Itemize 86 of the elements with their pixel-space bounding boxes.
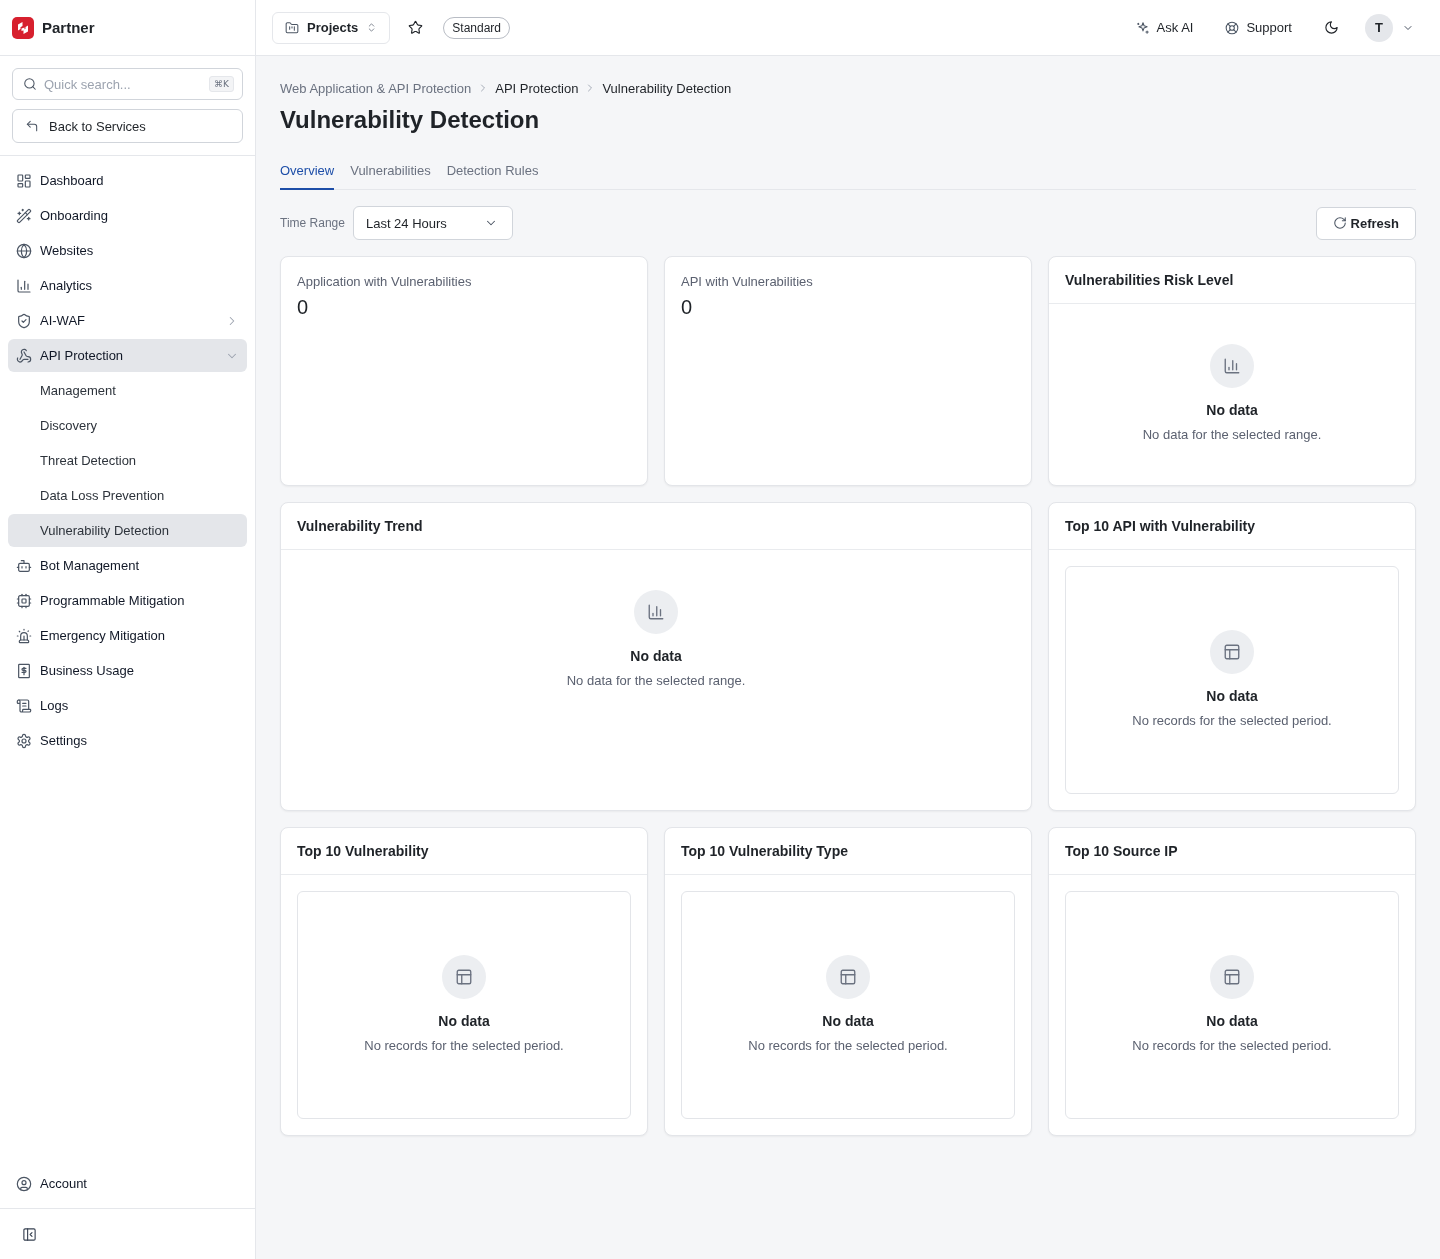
shield-check-icon bbox=[16, 312, 32, 329]
settings-icon bbox=[16, 732, 32, 749]
sparkle-icon bbox=[1135, 20, 1150, 35]
empty-state-text: No data for the selected range. bbox=[1142, 426, 1322, 444]
user-avatar[interactable]: T bbox=[1365, 13, 1393, 42]
nav-item[interactable]: Emergency Mitigation bbox=[8, 619, 247, 652]
star-icon[interactable] bbox=[408, 20, 424, 35]
empty-state-text: No records for the selected period. bbox=[1132, 711, 1332, 730]
moon-icon[interactable] bbox=[1324, 20, 1339, 35]
search-icon bbox=[23, 77, 37, 91]
page-title: Vulnerability Detection bbox=[280, 105, 541, 135]
nav-item[interactable]: Dashboard bbox=[8, 164, 247, 197]
bar-chart-icon bbox=[1210, 344, 1254, 388]
nav-item[interactable]: Onboarding bbox=[8, 199, 247, 232]
empty-state-title: No data bbox=[1206, 401, 1258, 420]
empty-state-text: No records for the selected period. bbox=[1132, 1036, 1332, 1055]
refresh-icon bbox=[1332, 216, 1347, 230]
empty-state-title: No data bbox=[630, 647, 682, 666]
projects-button[interactable]: Projects bbox=[272, 11, 391, 44]
logo-icon bbox=[12, 16, 34, 39]
nav-subitem[interactable]: Threat Detection bbox=[8, 444, 247, 477]
nav-subitem[interactable]: Data Loss Prevention bbox=[8, 479, 247, 512]
siren-icon bbox=[16, 627, 32, 644]
nav-item[interactable]: Programmable Mitigation bbox=[8, 584, 247, 617]
breadcrumb-link[interactable]: API Protection bbox=[495, 80, 579, 96]
nav-item[interactable]: Bot Management bbox=[8, 549, 247, 582]
shortcut-key: ⌘K bbox=[209, 76, 234, 92]
table-icon bbox=[442, 954, 486, 999]
empty-state-text: No data for the selected range. bbox=[566, 672, 746, 690]
lifebuoy-icon bbox=[1225, 20, 1240, 35]
stat-value: 0 bbox=[297, 295, 310, 319]
nav-subitem[interactable]: Discovery bbox=[8, 409, 247, 442]
empty-state-title: No data bbox=[1206, 686, 1258, 706]
empty-state-text: No records for the selected period. bbox=[748, 1036, 948, 1055]
dashboard-icon bbox=[16, 172, 32, 189]
breadcrumb-current: Vulnerability Detection bbox=[602, 80, 732, 96]
table-icon bbox=[1210, 629, 1254, 674]
card-title: Top 10 Vulnerability Type bbox=[681, 843, 848, 859]
empty-state-title: No data bbox=[1206, 1011, 1258, 1031]
support-button[interactable]: Support bbox=[1225, 20, 1292, 35]
nav-item[interactable]: Business Usage bbox=[8, 654, 247, 687]
card-title: Top 10 Vulnerability bbox=[297, 843, 429, 859]
empty-state-text: No records for the selected period. bbox=[364, 1036, 564, 1055]
globe-icon bbox=[16, 242, 32, 259]
robot-icon bbox=[16, 557, 32, 574]
field-label: Time Range bbox=[280, 216, 345, 230]
nav-item[interactable]: Logs bbox=[8, 689, 247, 722]
breadcrumb-link[interactable]: Web Application & API Protection bbox=[280, 80, 472, 96]
stat-label: API with Vulnerabilities bbox=[681, 273, 814, 291]
bar-chart-icon bbox=[16, 277, 32, 294]
tab[interactable]: Detection Rules bbox=[446, 152, 539, 190]
collapse-sidebar-icon[interactable] bbox=[22, 1226, 37, 1242]
nav-item[interactable]: Analytics bbox=[8, 269, 247, 302]
back-button[interactable]: Back to Services bbox=[12, 109, 243, 143]
tab[interactable]: Overview bbox=[280, 152, 335, 190]
nav-item[interactable]: API Protection bbox=[8, 339, 247, 372]
table-icon bbox=[826, 954, 870, 999]
empty-state-title: No data bbox=[438, 1011, 490, 1031]
nav-subitem[interactable]: Vulnerability Detection bbox=[8, 514, 247, 547]
time-range-select[interactable]: Last 24 Hours bbox=[352, 206, 513, 240]
nav-item[interactable]: Settings bbox=[8, 724, 247, 757]
webhook-icon bbox=[16, 347, 32, 364]
brand-name: Partner bbox=[42, 19, 95, 36]
empty-state-title: No data bbox=[822, 1011, 874, 1031]
bar-chart-icon bbox=[634, 590, 678, 634]
nav-subitem[interactable]: Management bbox=[8, 374, 247, 407]
card-title: Vulnerability Trend bbox=[297, 518, 423, 534]
refresh-button[interactable]: Refresh bbox=[1315, 206, 1416, 240]
tab[interactable]: Vulnerabilities bbox=[350, 152, 431, 190]
ask-ai-button[interactable]: Ask AI bbox=[1135, 20, 1194, 35]
magic-wand-icon bbox=[16, 207, 32, 224]
stat-value: 0 bbox=[681, 295, 694, 319]
back-arrow-icon bbox=[25, 119, 39, 133]
nav-item[interactable]: AI-WAF bbox=[8, 304, 247, 337]
user-circle-icon bbox=[16, 1175, 32, 1192]
table-icon bbox=[1210, 954, 1254, 999]
nav-item[interactable]: Websites bbox=[8, 234, 247, 267]
scroll-icon bbox=[16, 697, 32, 714]
card-title: Top 10 API with Vulnerability bbox=[1065, 518, 1256, 534]
card-title: Top 10 Source IP bbox=[1065, 843, 1178, 859]
chip-icon bbox=[16, 592, 32, 609]
card-title: Vulnerabilities Risk Level bbox=[1065, 272, 1234, 288]
folder-icon bbox=[285, 20, 299, 35]
stat-label: Application with Vulnerabilities bbox=[297, 273, 473, 291]
dollar-receipt-icon bbox=[16, 662, 32, 679]
account-item[interactable]: Account bbox=[8, 1167, 247, 1200]
